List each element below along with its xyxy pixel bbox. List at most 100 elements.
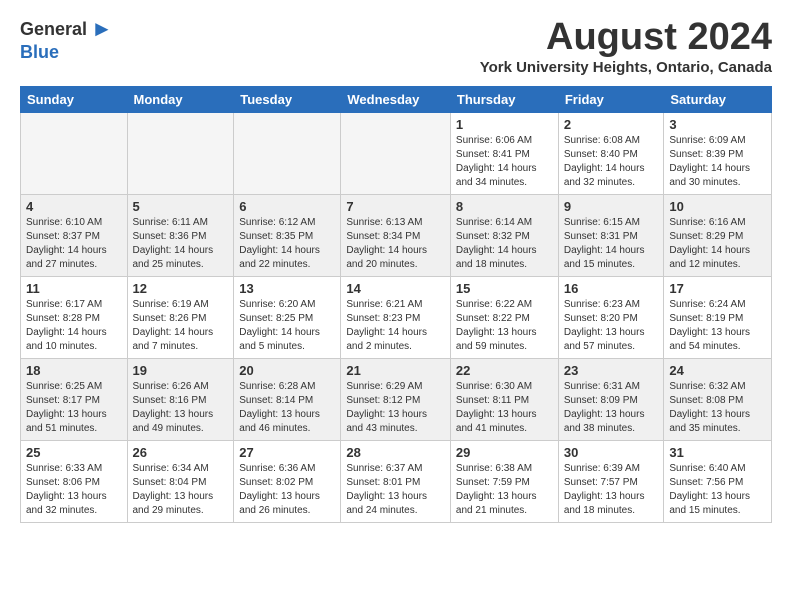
day-info: Sunrise: 6:29 AM Sunset: 8:12 PM Dayligh… [346,380,445,436]
day-info: Sunrise: 6:09 AM Sunset: 8:39 PM Dayligh… [669,134,766,190]
header-sunday: Sunday [21,87,128,113]
header-row: SundayMondayTuesdayWednesdayThursdayFrid… [21,87,772,113]
day-number: 30 [564,445,659,460]
calendar-cell: 14Sunrise: 6:21 AM Sunset: 8:23 PM Dayli… [341,277,451,359]
calendar-cell: 7 Sunrise: 6:13 AM Sunset: 8:34 PM Daylig… [341,195,451,277]
logo-general: General [20,19,87,40]
calendar-cell [234,113,341,195]
calendar-cell: 12Sunrise: 6:19 AM Sunset: 8:26 PM Dayli… [127,277,234,359]
day-number: 2 [564,117,659,132]
day-number: 19 [133,363,229,378]
calendar-week-2: 4 Sunrise: 6:10 AM Sunset: 8:37 PM Daylig… [21,195,772,277]
calendar-week-3: 11 Sunrise: 6:17 AM Sunset: 8:28 PM Dayli… [21,277,772,359]
day-number: 10 [669,199,766,214]
calendar-cell: 13 Sunrise: 6:20 AM Sunset: 8:25 PM Dayli… [234,277,341,359]
calendar-table: SundayMondayTuesdayWednesdayThursdayFrid… [20,86,772,523]
day-number: 31 [669,445,766,460]
calendar-cell: 16 Sunrise: 6:23 AM Sunset: 8:20 PM Dayli… [558,277,664,359]
day-number: 13 [239,281,335,296]
day-info: Sunrise: 6:39 AM Sunset: 7:57 PM Dayligh… [564,462,659,518]
calendar-cell [21,113,128,195]
logo: General ► Blue [20,16,113,63]
day-number: 14 [346,281,445,296]
calendar-cell: 2 Sunrise: 6:08 AM Sunset: 8:40 PM Daylig… [558,113,664,195]
day-info: Sunrise: 6:19 AM Sunset: 8:26 PM Dayligh… [133,298,229,354]
day-info: Sunrise: 6:14 AM Sunset: 8:32 PM Dayligh… [456,216,553,272]
calendar-cell: 17 Sunrise: 6:24 AM Sunset: 8:19 PM Dayli… [664,277,772,359]
calendar-cell: 31 Sunrise: 6:40 AM Sunset: 7:56 PM Dayli… [664,441,772,523]
day-number: 3 [669,117,766,132]
day-info: Sunrise: 6:08 AM Sunset: 8:40 PM Dayligh… [564,134,659,190]
day-info: Sunrise: 6:24 AM Sunset: 8:19 PM Dayligh… [669,298,766,354]
day-number: 25 [26,445,122,460]
day-number: 7 [346,199,445,214]
day-number: 20 [239,363,335,378]
day-info: Sunrise: 6:32 AM Sunset: 8:08 PM Dayligh… [669,380,766,436]
header-friday: Friday [558,87,664,113]
day-number: 18 [26,363,122,378]
day-number: 27 [239,445,335,460]
calendar-cell: 28 Sunrise: 6:37 AM Sunset: 8:01 PM Dayli… [341,441,451,523]
day-number: 21 [346,363,445,378]
calendar-cell: 25 Sunrise: 6:33 AM Sunset: 8:06 PM Dayli… [21,441,128,523]
calendar-cell: 5 Sunrise: 6:11 AM Sunset: 8:36 PM Daylig… [127,195,234,277]
day-info: Sunrise: 6:11 AM Sunset: 8:36 PM Dayligh… [133,216,229,272]
day-number: 16 [564,281,659,296]
page-header: General ► Blue August 2024 York Universi… [20,16,772,76]
calendar-cell: 1Sunrise: 6:06 AM Sunset: 8:41 PM Daylig… [450,113,558,195]
day-info: Sunrise: 6:13 AM Sunset: 8:34 PM Dayligh… [346,216,445,272]
day-number: 23 [564,363,659,378]
day-info: Sunrise: 6:28 AM Sunset: 8:14 PM Dayligh… [239,380,335,436]
calendar-cell: 6Sunrise: 6:12 AM Sunset: 8:35 PM Daylig… [234,195,341,277]
header-monday: Monday [127,87,234,113]
calendar-cell: 15Sunrise: 6:22 AM Sunset: 8:22 PM Dayli… [450,277,558,359]
calendar-cell: 9 Sunrise: 6:15 AM Sunset: 8:31 PM Daylig… [558,195,664,277]
day-info: Sunrise: 6:25 AM Sunset: 8:17 PM Dayligh… [26,380,122,436]
calendar-cell: 19Sunrise: 6:26 AM Sunset: 8:16 PM Dayli… [127,359,234,441]
day-info: Sunrise: 6:10 AM Sunset: 8:37 PM Dayligh… [26,216,122,272]
calendar-cell: 27 Sunrise: 6:36 AM Sunset: 8:02 PM Dayli… [234,441,341,523]
day-info: Sunrise: 6:23 AM Sunset: 8:20 PM Dayligh… [564,298,659,354]
day-number: 24 [669,363,766,378]
day-number: 5 [133,199,229,214]
calendar-cell: 29 Sunrise: 6:38 AM Sunset: 7:59 PM Dayli… [450,441,558,523]
header-saturday: Saturday [664,87,772,113]
calendar-cell: 18 Sunrise: 6:25 AM Sunset: 8:17 PM Dayli… [21,359,128,441]
day-info: Sunrise: 6:15 AM Sunset: 8:31 PM Dayligh… [564,216,659,272]
calendar-cell: 22 Sunrise: 6:30 AM Sunset: 8:11 PM Dayli… [450,359,558,441]
day-info: Sunrise: 6:33 AM Sunset: 8:06 PM Dayligh… [26,462,122,518]
logo-blue: Blue [20,42,59,63]
header-tuesday: Tuesday [234,87,341,113]
month-title: August 2024 [480,16,772,59]
day-number: 1 [456,117,553,132]
day-number: 8 [456,199,553,214]
day-number: 17 [669,281,766,296]
calendar-week-4: 18 Sunrise: 6:25 AM Sunset: 8:17 PM Dayli… [21,359,772,441]
day-info: Sunrise: 6:16 AM Sunset: 8:29 PM Dayligh… [669,216,766,272]
day-info: Sunrise: 6:34 AM Sunset: 8:04 PM Dayligh… [133,462,229,518]
day-number: 11 [26,281,122,296]
day-info: Sunrise: 6:17 AM Sunset: 8:28 PM Dayligh… [26,298,122,354]
day-info: Sunrise: 6:30 AM Sunset: 8:11 PM Dayligh… [456,380,553,436]
day-info: Sunrise: 6:12 AM Sunset: 8:35 PM Dayligh… [239,216,335,272]
day-number: 9 [564,199,659,214]
calendar-cell: 30 Sunrise: 6:39 AM Sunset: 7:57 PM Dayli… [558,441,664,523]
day-number: 4 [26,199,122,214]
day-info: Sunrise: 6:38 AM Sunset: 7:59 PM Dayligh… [456,462,553,518]
day-number: 28 [346,445,445,460]
day-info: Sunrise: 6:20 AM Sunset: 8:25 PM Dayligh… [239,298,335,354]
calendar-cell: 4 Sunrise: 6:10 AM Sunset: 8:37 PM Daylig… [21,195,128,277]
day-number: 26 [133,445,229,460]
location-title: York University Heights, Ontario, Canada [480,59,772,76]
day-number: 29 [456,445,553,460]
day-number: 22 [456,363,553,378]
header-thursday: Thursday [450,87,558,113]
day-number: 15 [456,281,553,296]
calendar-cell: 26 Sunrise: 6:34 AM Sunset: 8:04 PM Dayli… [127,441,234,523]
day-info: Sunrise: 6:37 AM Sunset: 8:01 PM Dayligh… [346,462,445,518]
calendar-cell: 11 Sunrise: 6:17 AM Sunset: 8:28 PM Dayli… [21,277,128,359]
day-info: Sunrise: 6:40 AM Sunset: 7:56 PM Dayligh… [669,462,766,518]
calendar-cell: 23Sunrise: 6:31 AM Sunset: 8:09 PM Dayli… [558,359,664,441]
day-info: Sunrise: 6:36 AM Sunset: 8:02 PM Dayligh… [239,462,335,518]
calendar-week-1: 1Sunrise: 6:06 AM Sunset: 8:41 PM Daylig… [21,113,772,195]
